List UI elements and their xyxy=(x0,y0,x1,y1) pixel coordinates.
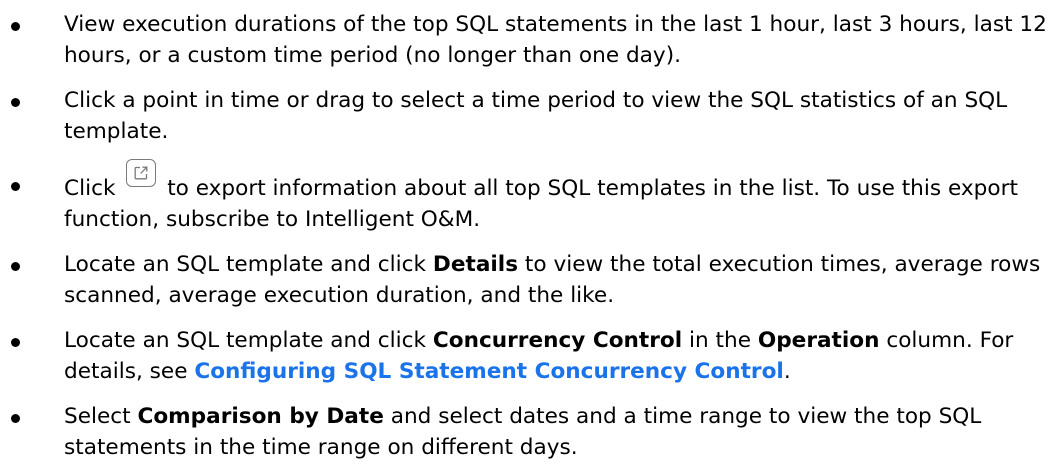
bullet-text-pre: Select xyxy=(64,404,138,429)
bullet-item-comparison-by-date: Select Comparison by Date and select dat… xyxy=(0,401,1062,463)
bullet-item-export: Click to export information about all to… xyxy=(0,159,1062,235)
bullet-text-pre: Click xyxy=(64,176,123,201)
bullet-item-execution-durations: View execution durations of the top SQL … xyxy=(0,9,1062,71)
comparison-by-date-label: Comparison by Date xyxy=(137,404,384,429)
bullet-text: Click a point in time or drag to select … xyxy=(64,88,1008,144)
bullet-dot-icon xyxy=(11,182,20,191)
bullet-item-details: Locate an SQL template and click Details… xyxy=(0,249,1062,311)
document-page: View execution durations of the top SQL … xyxy=(0,0,1062,473)
bullet-text-pre: Locate an SQL template and click xyxy=(64,252,433,277)
bullet-item-concurrency-control: Locate an SQL template and click Concurr… xyxy=(0,325,1062,387)
bullet-text: View execution durations of the top SQL … xyxy=(64,12,1047,68)
concurrency-control-label: Concurrency Control xyxy=(432,328,683,353)
bullet-dot-icon xyxy=(11,414,20,423)
bullet-text-end: . xyxy=(783,359,791,384)
bullet-dot-icon xyxy=(11,338,20,347)
bullet-item-click-point-in-time: Click a point in time or drag to select … xyxy=(0,85,1062,147)
export-icon-glyph xyxy=(134,166,148,180)
bullet-text-mid: in the xyxy=(682,328,758,353)
details-label: Details xyxy=(432,252,519,277)
bullet-dot-icon xyxy=(11,262,20,271)
bullet-dot-icon xyxy=(11,22,20,31)
configuring-concurrency-control-link[interactable]: Configuring SQL Statement Concurrency Co… xyxy=(194,359,783,384)
bullet-dot-icon xyxy=(11,98,20,107)
bullet-text-pre: Locate an SQL template and click xyxy=(64,328,433,353)
export-icon[interactable] xyxy=(126,159,157,187)
bullet-list: View execution durations of the top SQL … xyxy=(0,9,1062,463)
operation-label: Operation xyxy=(757,328,880,353)
bullet-text-post: to export information about all top SQL … xyxy=(64,176,1018,232)
